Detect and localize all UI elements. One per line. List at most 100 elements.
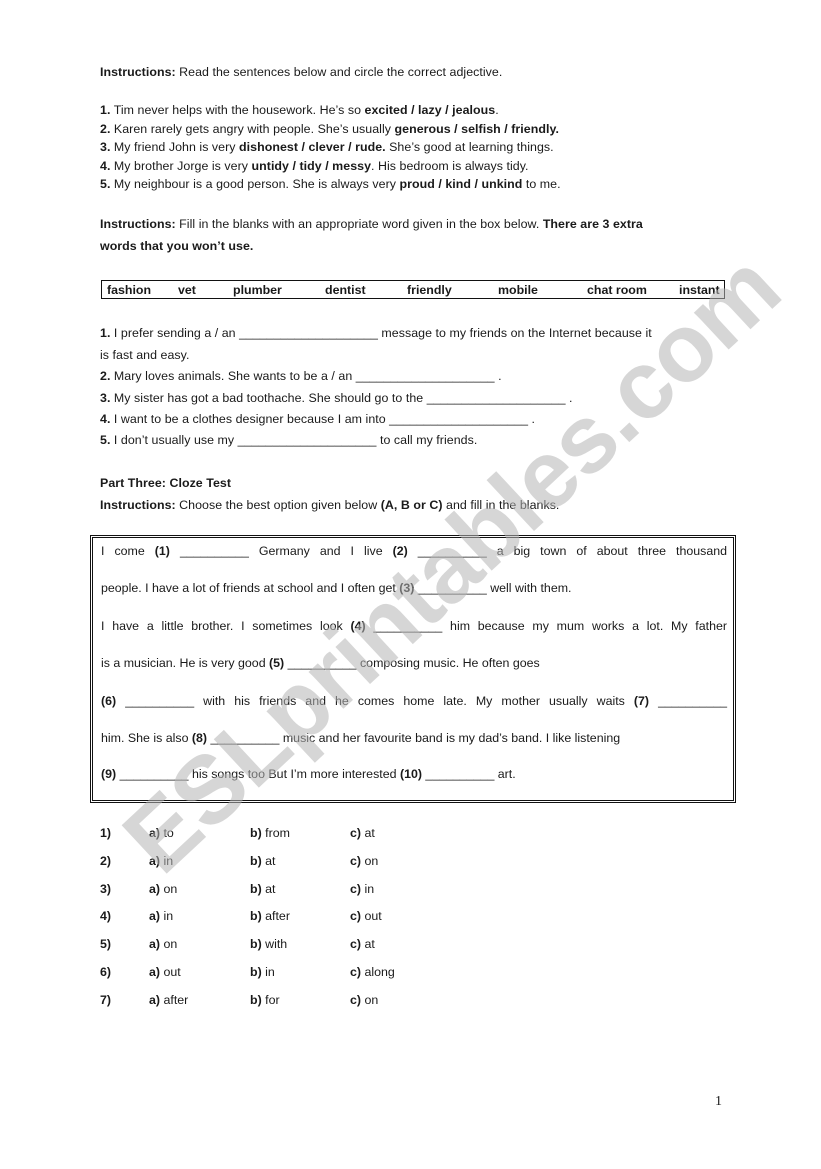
option-c[interactable]: c) on [350, 853, 378, 869]
option-c[interactable]: c) out [350, 908, 382, 924]
instructions-text: Choose the best option given below [175, 498, 381, 512]
option-b[interactable]: b) for [250, 992, 280, 1008]
adjective-choices[interactable]: untidy / tidy / messy [252, 159, 371, 173]
item-text: My friend John is very [110, 140, 240, 155]
item-text: She’s good at learning things. [385, 140, 554, 155]
word-box-item: chat room [587, 283, 647, 297]
option-text: in [163, 853, 174, 868]
option-b[interactable]: b) at [250, 853, 276, 869]
option-label: c) [350, 965, 362, 979]
word-box-item: mobile [498, 283, 538, 297]
cloze-line: people. I have a lot of friends at schoo… [101, 580, 571, 596]
option-label: c) [350, 881, 362, 896]
blank-number: (2) [392, 544, 408, 558]
cloze-text: people. I have a lot of friends at schoo… [101, 581, 400, 595]
option-b[interactable]: b) with [250, 936, 287, 952]
cloze-text: __________ him because my mum works a lo… [365, 619, 727, 633]
item-number: 5. [100, 177, 111, 192]
option-label: c) [350, 826, 362, 840]
blank-number: (1) [154, 544, 170, 558]
blank-number: (9) [101, 767, 117, 781]
option-label: b) [250, 881, 262, 896]
option-c[interactable]: c) at [350, 825, 375, 841]
blank-number: (6) [101, 694, 117, 708]
option-text: with [265, 937, 288, 952]
part-three-title: Part Three: Cloze Test [100, 475, 231, 491]
option-text: to [163, 826, 174, 840]
blank-number: (10) [399, 767, 422, 781]
part-three-title-text: Part Three: Cloze Test [100, 476, 232, 490]
option-a[interactable]: a) on [149, 881, 177, 897]
option-text: at [364, 826, 375, 840]
word-box: fashion vet plumber dentist friendly mob… [101, 280, 725, 299]
page-number: 1 [715, 1094, 722, 1109]
adjective-choices[interactable]: dishonest / clever / rude. [239, 140, 386, 154]
option-label: b) [250, 937, 262, 952]
option-c[interactable]: c) on [350, 992, 378, 1008]
option-text: on [364, 853, 379, 868]
item-text: My sister has got a bad toothache. She s… [110, 391, 573, 405]
cloze-text: is a musician. He is very good [101, 656, 270, 670]
option-a[interactable]: a) in [149, 853, 173, 869]
adjective-item: 1. Tim never helps with the housework. H… [100, 102, 499, 118]
adjective-item: 2. Karen rarely gets angry with people. … [100, 121, 559, 137]
item-text: . His bedroom is always tidy. [371, 158, 529, 173]
instructions-label: Instructions: [100, 498, 176, 512]
option-b[interactable]: b) after [250, 908, 290, 924]
word-box-item: dentist [325, 283, 366, 297]
option-c[interactable]: c) at [350, 936, 375, 952]
word-box-item: fashion [107, 283, 152, 297]
cloze-line: I have a little brother. I sometimes loo… [101, 618, 727, 634]
option-a[interactable]: a) to [149, 825, 174, 841]
option-label: b) [250, 826, 262, 840]
option-a[interactable]: a) after [149, 992, 188, 1008]
question-number: 1) [100, 826, 112, 840]
option-b[interactable]: b) in [250, 964, 275, 980]
item-number: 5. [100, 433, 111, 447]
adjective-item: 5. My neighbour is a good person. She is… [100, 176, 561, 192]
instructions-label: Instructions: [100, 65, 176, 79]
option-b[interactable]: b) from [250, 825, 290, 841]
cloze-text: __________ art. [421, 767, 516, 781]
option-b[interactable]: b) at [250, 881, 276, 897]
word-box-item: instant [679, 283, 720, 297]
option-a[interactable]: a) on [149, 936, 177, 952]
fill-blank-item: 5. I don’t usually use my ______________… [100, 432, 477, 448]
cloze-text: __________ music and her favourite band … [207, 731, 621, 745]
adjective-choices[interactable]: proud / kind / unkind [400, 177, 523, 191]
cloze-text: __________ with his friends and he comes… [116, 694, 634, 708]
adjective-choices[interactable]: generous / selfish / friendly. [395, 122, 559, 136]
option-text: at [265, 881, 276, 896]
fill-blank-item: 2. Mary loves animals. She wants to be a… [100, 368, 502, 384]
cloze-line: (6) __________ with his friends and he c… [101, 693, 727, 709]
instructions-bold: There are 3 extra [542, 217, 643, 231]
cloze-line: I come (1) __________ Germany and I live… [101, 543, 727, 559]
item-number: 1. [100, 103, 111, 117]
adjective-choices[interactable]: excited / lazy / jealous [365, 103, 496, 117]
cloze-text: I come [101, 544, 155, 558]
instructions-text: Read the sentences below and circle the … [175, 65, 503, 79]
option-a[interactable]: a) in [149, 908, 173, 924]
item-text: I want to be a clothes designer because … [110, 412, 535, 426]
option-label: a) [149, 826, 161, 840]
item-number: 4. [100, 412, 111, 426]
option-text: out [364, 909, 382, 924]
blank-number: (3) [399, 581, 415, 595]
fill-blank-item: 3. My sister has got a bad toothache. Sh… [100, 390, 573, 406]
item-text: I prefer sending a / an ________________… [110, 326, 652, 340]
question-number: 7) [100, 992, 112, 1007]
option-label: b) [250, 853, 262, 868]
option-a[interactable]: a) out [149, 964, 181, 980]
option-label: a) [149, 965, 161, 979]
cloze-text-box: I come (1) __________ Germany and I live… [90, 535, 736, 803]
option-text: for [265, 992, 280, 1007]
option-c[interactable]: c) in [350, 881, 374, 897]
option-c[interactable]: c) along [350, 964, 395, 980]
cloze-text: I have a little brother. I sometimes loo… [101, 619, 351, 633]
item-number: 2. [100, 121, 111, 136]
question-number: 4) [100, 909, 112, 924]
section2-instructions-line2: words that you won’t use. [100, 238, 253, 254]
item-text: My neighbour is a good person. She is al… [110, 177, 400, 192]
cloze-line: is a musician. He is very good (5) _____… [101, 655, 540, 671]
instructions-label: Instructions: [100, 217, 176, 231]
